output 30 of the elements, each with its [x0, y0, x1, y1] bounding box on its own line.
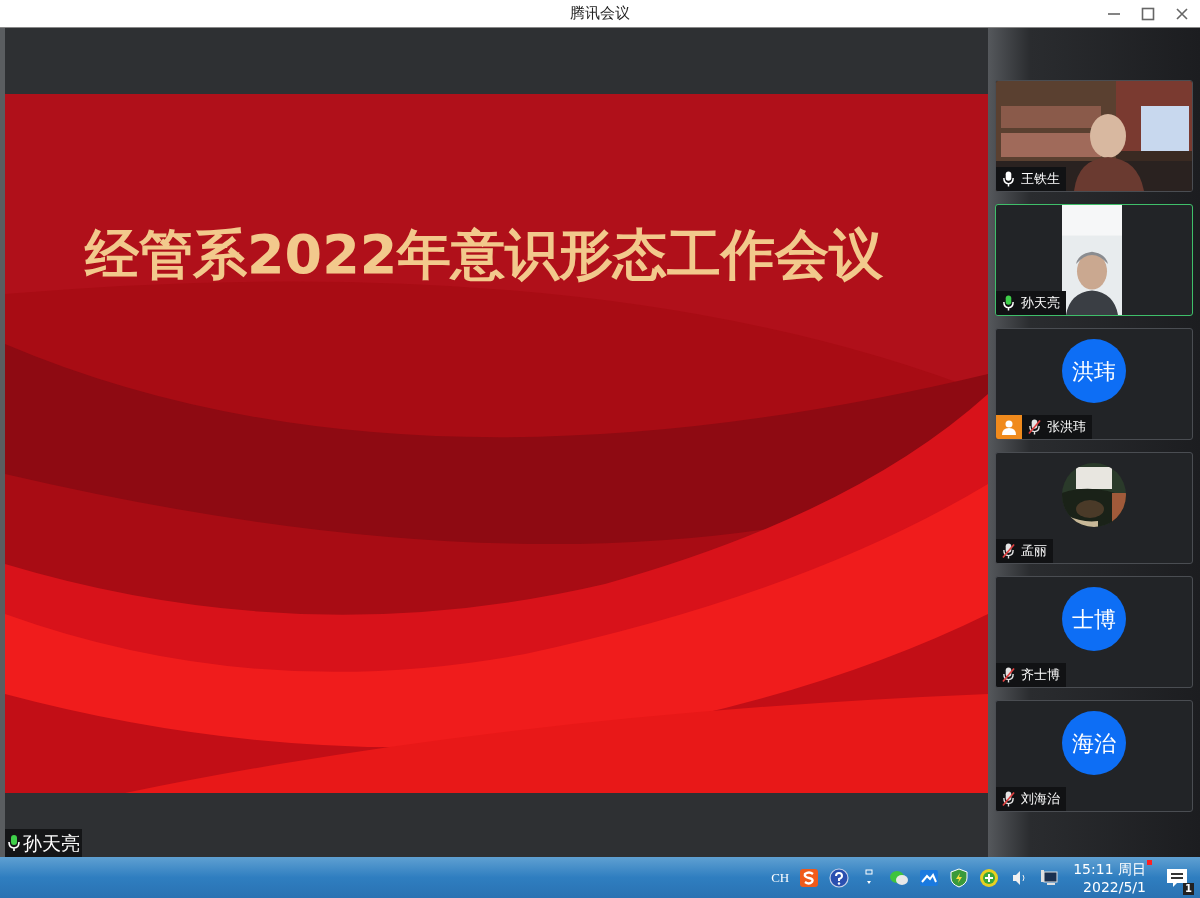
- participant-name: 刘海治: [1021, 790, 1060, 809]
- participant-tile[interactable]: 士博 齐士博: [995, 576, 1193, 688]
- participant-tile[interactable]: 孙天亮: [995, 204, 1193, 316]
- initials-avatar: 洪玮: [1062, 339, 1126, 403]
- participant-name: 张洪玮: [1047, 418, 1086, 437]
- help-icon[interactable]: [829, 867, 850, 888]
- cloud-app-icon[interactable]: [919, 867, 940, 888]
- input-language[interactable]: CH: [771, 867, 790, 888]
- speaker-name: 孙天亮: [23, 830, 80, 856]
- participant-tile[interactable]: 孟丽: [995, 452, 1193, 564]
- clock-time[interactable]: 15:11 周日: [1073, 859, 1146, 878]
- network-icon[interactable]: [1039, 867, 1060, 888]
- initials-avatar: 士博: [1062, 587, 1126, 651]
- slide-title: 经管系2022年意识形态工作会议: [85, 223, 884, 286]
- participant-name: 孟丽: [1021, 542, 1047, 561]
- input-method-icon[interactable]: [799, 867, 820, 888]
- clock-date[interactable]: 2022/5/1: [1083, 877, 1146, 896]
- add-icon[interactable]: [979, 867, 1000, 888]
- participant-name: 孙天亮: [1021, 294, 1060, 313]
- window-title: 腾讯会议: [570, 3, 630, 25]
- participant-name: 齐士博: [1021, 666, 1060, 685]
- maximize-icon[interactable]: [1140, 5, 1156, 22]
- participant-name: 王铁生: [1021, 170, 1060, 189]
- participant-tile[interactable]: 洪玮 张洪玮: [995, 328, 1193, 440]
- participant-tile[interactable]: 海治 刘海治: [995, 700, 1193, 812]
- shield-icon[interactable]: [949, 867, 970, 888]
- close-icon[interactable]: [1174, 5, 1190, 22]
- notification-count: 1: [1183, 882, 1194, 895]
- initials-avatar: 海治: [1062, 711, 1126, 775]
- participant-tile[interactable]: 王铁生: [995, 80, 1193, 192]
